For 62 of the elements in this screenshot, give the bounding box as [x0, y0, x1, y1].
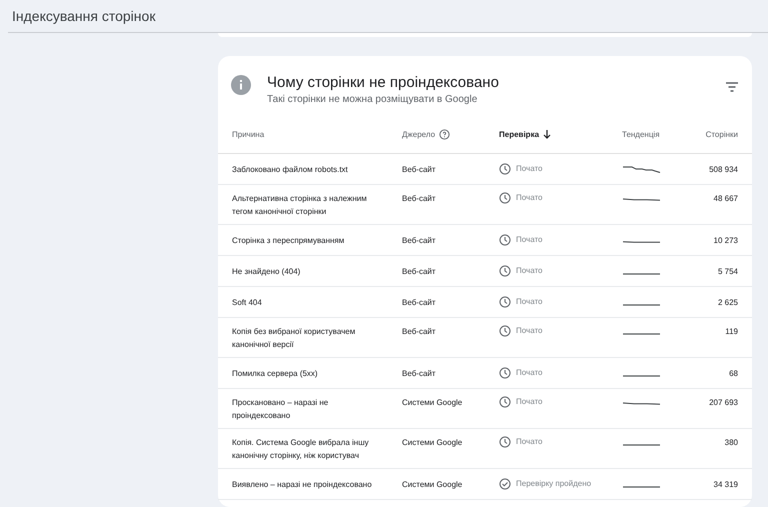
card-subtitle: Такі сторінки не можна розміщувати в Google: [267, 94, 478, 105]
pages-cell-text: 508 934: [709, 164, 738, 176]
page-title: Індексування сторінок: [12, 8, 156, 24]
pages-cell-text: 119: [725, 326, 738, 338]
source-cell-text: Веб-сайт: [402, 368, 437, 380]
status-text: Почато: [516, 436, 542, 448]
source-cell-text: Веб-сайт: [402, 235, 437, 247]
trend-sparkline: [622, 402, 661, 405]
trend-sparkline: [622, 444, 661, 446]
filter-icon[interactable]: [726, 82, 738, 92]
column-header: Тенденція: [622, 130, 660, 138]
column-header: Сторінки: [706, 130, 738, 138]
reason-cell-text: Сторінка з переспрямуванням: [232, 235, 346, 247]
source-cell-text: Веб-сайт: [402, 266, 437, 278]
pages-cell-text: 10 273: [714, 235, 738, 247]
source-cell-text: Веб-сайт: [402, 297, 437, 309]
trend-sparkline: [622, 166, 661, 173]
pages-cell-text: 5 754: [718, 266, 738, 278]
source-cell-text: Системи Google: [402, 397, 464, 409]
status-text: Почато: [516, 396, 542, 408]
pages-cell-text: 68: [729, 368, 738, 380]
status-text: Почато: [516, 325, 542, 337]
trend-sparkline: [622, 333, 661, 335]
column-header[interactable]: Перевірка: [499, 130, 552, 138]
status-text: Почато: [516, 265, 542, 277]
trend-sparkline: [622, 273, 661, 275]
reason-cell-text: Альтернативна сторінка з належним тегом канонічної сторінки: [232, 193, 368, 218]
source-cell-text: Системи Google: [402, 479, 464, 491]
trend-sparkline: [622, 486, 661, 488]
reason-cell-text: Не знайдено (404): [232, 266, 302, 278]
pages-cell-text: 48 667: [714, 193, 738, 205]
status-text: Почато: [516, 234, 542, 246]
pages-cell-text: 2 625: [718, 297, 738, 309]
status-text: Почато: [516, 296, 542, 308]
column-header: Джерело: [402, 128, 450, 140]
pages-cell-text: 207 693: [709, 397, 738, 409]
reason-cell-text: Проскановано – наразі не проіндексовано: [232, 397, 330, 422]
trend-sparkline: [622, 375, 661, 377]
source-cell-text: Веб-сайт: [402, 326, 437, 338]
reason-cell-text: Виявлено – наразі не проіндексовано: [232, 479, 373, 491]
pages-cell-text: 380: [724, 437, 738, 449]
card-title: Чому сторінки не проіндексовано: [267, 74, 500, 91]
column-header: Причина: [232, 130, 264, 138]
trend-sparkline: [622, 198, 661, 201]
reason-cell-text: Копія. Система Google вибрала іншу канонічну сторінку, ніж користувач: [232, 437, 370, 462]
reason-cell-text: Заблоковано файлом robots.txt: [232, 164, 349, 176]
info-icon: [231, 75, 251, 95]
trend-sparkline: [622, 304, 661, 306]
pages-cell-text: 34 319: [714, 479, 738, 491]
source-cell-text: Веб-сайт: [402, 193, 437, 205]
source-cell-text: Веб-сайт: [402, 164, 437, 176]
help-icon[interactable]: [439, 128, 450, 140]
status-text: Почато: [516, 192, 542, 204]
reason-cell-text: Помилка сервера (5xx): [232, 368, 319, 380]
trend-sparkline: [622, 241, 661, 243]
arrow-down-icon[interactable]: [543, 130, 552, 138]
reason-cell-text: Soft 404: [232, 297, 263, 309]
reason-cell-text: Копія без вибраної користувачем канонічної версії: [232, 326, 356, 351]
source-cell-text: Системи Google: [402, 437, 464, 449]
status-text: Почато: [516, 163, 542, 175]
status-text: Почато: [516, 367, 542, 379]
status-text: Перевірку пройдено: [516, 478, 592, 490]
